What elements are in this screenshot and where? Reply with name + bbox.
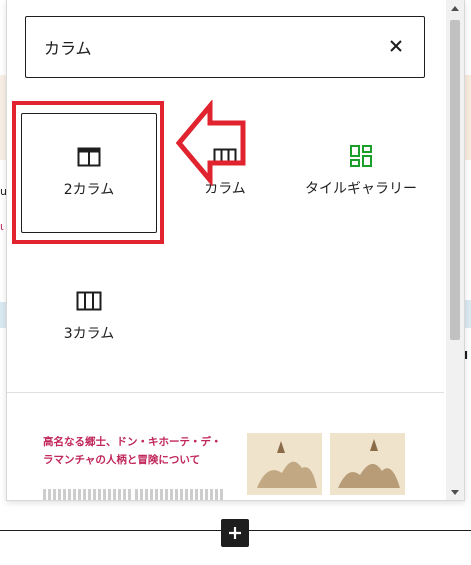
block-item-tiled-gallery[interactable]: タイルギャラリー bbox=[291, 113, 431, 233]
caret-down-icon bbox=[451, 489, 459, 495]
pattern-preview[interactable]: 高名なる郷士、ドン・キホーテ・デ・ラマンチャの人柄と冒険について bbox=[7, 393, 444, 500]
block-item-three-columns[interactable]: 3カラム bbox=[21, 258, 157, 378]
preview-body-text bbox=[43, 489, 131, 500]
block-label: タイルギャラリー bbox=[305, 181, 417, 197]
scroll-up-button[interactable] bbox=[446, 0, 464, 16]
scroll-down-button[interactable] bbox=[446, 484, 464, 500]
tiled-gallery-icon bbox=[350, 145, 372, 167]
annotation-arrow bbox=[175, 100, 246, 186]
annotation-highlight-box bbox=[12, 101, 164, 244]
plus-icon bbox=[229, 527, 241, 539]
clear-search-button[interactable] bbox=[386, 36, 406, 56]
search-input[interactable] bbox=[44, 37, 364, 57]
scrollbar-thumb[interactable] bbox=[450, 20, 460, 340]
search-box bbox=[25, 16, 425, 78]
block-label: 3カラム bbox=[63, 326, 115, 342]
add-block-button[interactable] bbox=[221, 519, 249, 547]
preview-illustration bbox=[247, 433, 322, 495]
preview-illustration bbox=[330, 433, 405, 495]
close-icon bbox=[390, 40, 402, 52]
background-text-fragment: ι bbox=[0, 220, 4, 233]
caret-up-icon bbox=[451, 5, 459, 11]
preview-title: 高名なる郷士、ドン・キホーテ・デ・ラマンチャの人柄と冒険について bbox=[43, 436, 222, 466]
scrollbar[interactable] bbox=[446, 0, 464, 500]
block-inserter-popover: 2カラム カラム タイルギャラリー bbox=[6, 0, 465, 501]
preview-body-text bbox=[135, 489, 223, 500]
three-columns-icon bbox=[76, 290, 102, 312]
